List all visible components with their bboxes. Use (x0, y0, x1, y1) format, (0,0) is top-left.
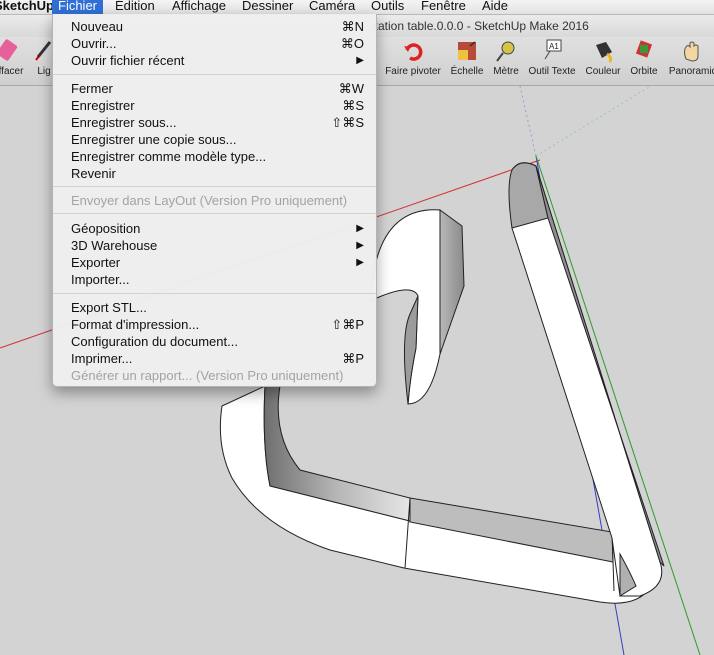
tool-text-label: Outil Texte (528, 66, 576, 77)
submenu-arrow-icon: ▶ (356, 223, 364, 234)
menu-item-label: Générer un rapport... (Version Pro uniqu… (71, 368, 344, 383)
menu-item-label: Enregistrer une copie sous... (71, 132, 237, 147)
menu-item-label: Enregistrer comme modèle type... (71, 149, 267, 164)
menu-item-importer[interactable]: Importer... (53, 271, 376, 288)
menu-item-export-stl[interactable]: Export STL... (53, 299, 376, 316)
menu-item-enregistrer-sous[interactable]: Enregistrer sous... ⇧⌘S (53, 114, 376, 131)
tool-paint[interactable]: Couleur (583, 37, 623, 85)
pencil-icon (34, 37, 54, 67)
menu-item-3d-warehouse[interactable]: 3D Warehouse ▶ (53, 237, 376, 254)
menu-item-label: Format d'impression... (71, 317, 200, 332)
tool-text[interactable]: A1 Outil Texte (526, 37, 578, 85)
tape-measure-icon (489, 37, 523, 67)
tool-orbit-label: Orbite (630, 66, 658, 77)
submenu-arrow-icon: ▶ (356, 55, 364, 66)
menu-item-label: Enregistrer sous... (71, 115, 177, 130)
menu-item-label: Export STL... (71, 300, 147, 315)
menu-aide[interactable]: Aide (482, 0, 508, 14)
menu-item-imprimer[interactable]: Imprimer... ⌘P (53, 350, 376, 367)
tool-orbit[interactable]: Orbite (627, 37, 661, 85)
menu-item-label: Nouveau (71, 19, 124, 34)
menu-outils[interactable]: Outils (371, 0, 404, 14)
menu-item-exporter[interactable]: Exporter ▶ (53, 254, 376, 271)
tool-tape[interactable]: Mètre (489, 37, 523, 85)
menu-separator (53, 74, 376, 75)
model-arm-inner (535, 165, 665, 567)
menu-item-enregistrer-copie[interactable]: Enregistrer une copie sous... (53, 131, 376, 148)
menu-item-fermer[interactable]: Fermer ⌘W (53, 80, 376, 97)
menu-item-ouvrir[interactable]: Ouvrir... ⌘O (53, 35, 376, 52)
text-tool-glyph: A1 (549, 42, 559, 51)
menu-item-shortcut: ⌘S (342, 98, 364, 113)
menu-affichage[interactable]: Affichage (172, 0, 226, 14)
green-axis-dotted (535, 86, 652, 157)
paint-bucket-icon (583, 37, 623, 67)
menu-item-enregistrer[interactable]: Enregistrer ⌘S (53, 97, 376, 114)
menu-item-enregistrer-modele[interactable]: Enregistrer comme modèle type... (53, 148, 376, 165)
menu-separator (53, 186, 376, 187)
menu-item-label: Ouvrir... (71, 36, 117, 51)
eraser-icon (0, 37, 28, 67)
menu-item-envoyer-layout: Envoyer dans LayOut (Version Pro uniquem… (53, 192, 376, 209)
window-title: xation table.0.0.0 - SketchUp Make 2016 (372, 19, 589, 33)
tool-rotate[interactable]: Faire pivoter (382, 37, 444, 85)
tool-scale[interactable]: Échelle (448, 37, 486, 85)
model-arm-side (508, 162, 549, 229)
menu-bar: SketchUp Fichier Édition Affichage Dessi… (0, 0, 714, 15)
pan-hand-icon (664, 37, 714, 67)
submenu-arrow-icon: ▶ (356, 240, 364, 251)
menu-item-label: Importer... (71, 272, 130, 287)
submenu-arrow-icon: ▶ (356, 257, 364, 268)
menu-item-shortcut: ⌘O (340, 36, 364, 51)
model-hook-side (439, 209, 465, 355)
menu-item-label: Enregistrer (71, 98, 135, 113)
menu-item-label: Configuration du document... (71, 334, 238, 349)
menu-item-generer-rapport: Générer un rapport... (Version Pro uniqu… (53, 367, 376, 384)
menu-item-nouveau[interactable]: Nouveau ⌘N (53, 18, 376, 35)
tool-pan-label: Panoramiq (668, 66, 714, 77)
menu-fenetre[interactable]: Fenêtre (421, 0, 466, 14)
menu-item-label: Fermer (71, 81, 113, 96)
menu-item-format-impression[interactable]: Format d'impression... ⇧⌘P (53, 316, 376, 333)
menu-item-label: Exporter (71, 255, 121, 270)
menu-camera[interactable]: Caméra (309, 0, 355, 14)
menu-item-shortcut: ⌘W (338, 81, 364, 96)
tool-eraser-label: ffacer (0, 66, 24, 77)
menu-fichier[interactable]: Fichier (52, 0, 104, 14)
menu-item-label: Imprimer... (71, 351, 133, 366)
menu-item-label: Revenir (71, 166, 116, 181)
menu-item-label: Envoyer dans LayOut (Version Pro uniquem… (71, 193, 348, 208)
menu-item-ouvrir-recent[interactable]: Ouvrir fichier récent ▶ (53, 52, 376, 69)
menu-item-configuration-document[interactable]: Configuration du document... (53, 333, 376, 350)
rotate-icon (382, 37, 444, 67)
menu-item-geoposition[interactable]: Géoposition ▶ (53, 220, 376, 237)
file-menu-dropdown: Nouveau ⌘N Ouvrir... ⌘O Ouvrir fichier r… (52, 14, 377, 387)
menu-item-shortcut: ⇧⌘S (331, 115, 364, 130)
blue-axis-dotted (519, 86, 537, 157)
menu-item-label: Ouvrir fichier récent (71, 53, 185, 68)
text-tool-icon: A1 (526, 37, 578, 67)
scale-icon (448, 37, 486, 67)
menu-item-label: 3D Warehouse (71, 238, 158, 253)
orbit-icon (627, 37, 661, 67)
menu-item-label: Géoposition (71, 221, 141, 236)
tool-rotate-label: Faire pivoter (385, 66, 441, 77)
menu-dessiner[interactable]: Dessiner (242, 0, 293, 14)
tool-pan[interactable]: Panoramiq (664, 37, 714, 85)
tool-line[interactable]: Lig (34, 37, 54, 85)
menu-separator (53, 293, 376, 294)
tool-eraser[interactable]: ffacer (0, 37, 28, 85)
menu-separator (53, 213, 376, 214)
menu-edition[interactable]: Édition (115, 0, 155, 14)
menu-sketchup[interactable]: SketchUp (0, 0, 54, 14)
tool-tape-label: Mètre (493, 66, 519, 77)
tool-paint-label: Couleur (585, 66, 621, 77)
tool-scale-label: Échelle (450, 66, 484, 77)
menu-item-revenir[interactable]: Revenir (53, 165, 376, 182)
menu-item-shortcut: ⌘N (341, 19, 364, 34)
menu-item-shortcut: ⇧⌘P (331, 317, 364, 332)
tool-line-label: Lig (37, 66, 51, 77)
menu-item-shortcut: ⌘P (342, 351, 364, 366)
